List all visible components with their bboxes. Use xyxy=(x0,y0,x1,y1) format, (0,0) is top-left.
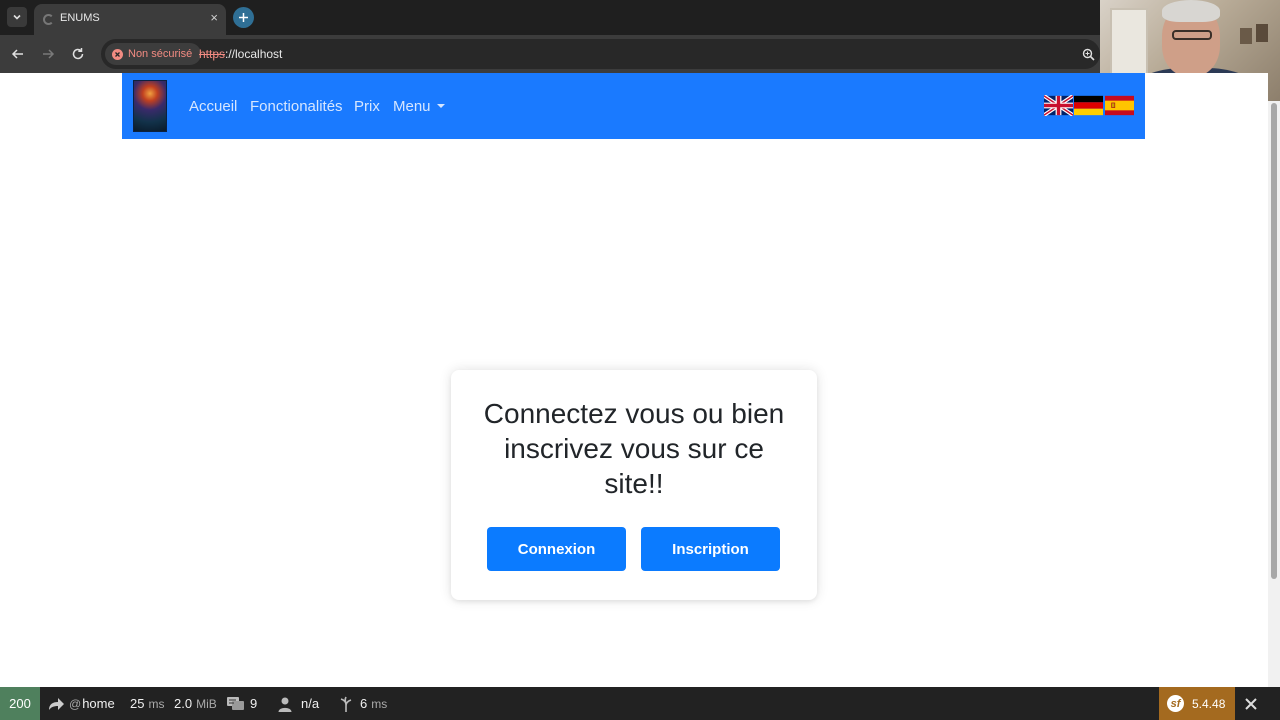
twig-icon xyxy=(340,696,352,712)
redirect-arrow-icon xyxy=(49,697,64,710)
address-bar[interactable]: Non sécurisé https://localhost xyxy=(101,39,1100,69)
time-value: 25 xyxy=(130,696,145,711)
reload-icon xyxy=(72,48,84,60)
time-unit: ms xyxy=(148,696,165,711)
twig-panel[interactable]: 6 ms xyxy=(338,687,387,720)
browser-toolbar: Non sécurisé https://localhost xyxy=(0,35,1100,73)
symfony-logo-icon: sf xyxy=(1167,695,1184,712)
webcam-person-glasses xyxy=(1172,30,1212,40)
url-scheme: https xyxy=(199,47,226,61)
tab-search-button[interactable] xyxy=(7,7,27,27)
memory-panel[interactable]: 2.0 MiB xyxy=(174,687,217,720)
forward-button[interactable] xyxy=(38,44,58,64)
arrow-left-icon xyxy=(11,49,23,59)
toolbar-close-button[interactable] xyxy=(1241,694,1261,714)
nav-link-fonctionalites[interactable]: Fonctionalités xyxy=(250,98,343,115)
browser-tab[interactable]: ENUMS × xyxy=(34,4,226,35)
caret-down-icon xyxy=(436,104,445,108)
uk-flag-icon[interactable] xyxy=(1044,95,1073,116)
route-name: home xyxy=(82,696,115,711)
logs-count: 9 xyxy=(250,696,258,711)
user-icon xyxy=(278,697,292,712)
route-panel[interactable]: @ home xyxy=(47,687,115,720)
register-button[interactable]: Inscription xyxy=(641,527,780,571)
browser-tab-strip: ENUMS × xyxy=(0,0,1280,35)
login-button[interactable]: Connexion xyxy=(487,527,626,571)
nav-link-accueil[interactable]: Accueil xyxy=(189,98,237,115)
site-logo[interactable] xyxy=(133,80,167,132)
plus-icon xyxy=(239,13,248,22)
loading-icon xyxy=(43,14,54,25)
germany-flag-icon[interactable] xyxy=(1074,95,1103,116)
logs-panel[interactable]: 9 xyxy=(226,687,257,720)
status-code-badge[interactable]: 200 xyxy=(0,687,40,720)
user-value: n/a xyxy=(301,696,320,711)
webcam-background-frame xyxy=(1256,24,1268,42)
arrow-right-icon xyxy=(43,49,55,59)
nav-menu-label: Menu xyxy=(393,98,431,115)
webcam-person-hair xyxy=(1162,0,1220,22)
webcam-background-window xyxy=(1110,8,1148,78)
security-panel[interactable]: n/a xyxy=(277,687,319,720)
url-text[interactable]: https://localhost xyxy=(199,47,282,61)
back-button[interactable] xyxy=(8,44,28,64)
zoom-icon[interactable] xyxy=(1082,48,1095,61)
webcam-background-frame xyxy=(1240,28,1252,44)
symfony-version-panel[interactable]: sf 5.4.48 xyxy=(1159,687,1235,720)
warning-icon xyxy=(112,48,123,60)
auth-card: Connectez vous ou bien inscrivez vous su… xyxy=(451,370,817,600)
nav-link-prix[interactable]: Prix xyxy=(354,98,380,115)
scrollbar-thumb[interactable] xyxy=(1271,103,1277,579)
twig-time-value: 6 xyxy=(360,696,368,711)
url-host: ://localhost xyxy=(225,47,283,61)
tab-close-button[interactable]: × xyxy=(210,10,218,26)
reload-button[interactable] xyxy=(68,44,88,64)
page-content: Accueil Fonctionalités Prix Menu Connect… xyxy=(0,73,1268,687)
auth-card-title: Connectez vous ou bien inscrivez vous su… xyxy=(483,398,785,499)
logs-icon xyxy=(227,696,244,710)
site-navbar: Accueil Fonctionalités Prix Menu xyxy=(122,73,1145,139)
memory-value: 2.0 xyxy=(174,696,193,711)
memory-unit: MiB xyxy=(196,696,217,711)
security-chip[interactable]: Non sécurisé xyxy=(105,43,202,65)
symfony-version: 5.4.48 xyxy=(1192,696,1226,711)
route-prefix: @ xyxy=(69,696,82,711)
chevron-down-icon xyxy=(13,14,21,20)
twig-time-unit: ms xyxy=(371,696,388,711)
nav-menu-dropdown[interactable]: Menu xyxy=(393,98,445,115)
time-panel[interactable]: 25 ms xyxy=(130,687,164,720)
close-icon xyxy=(1245,698,1257,710)
page-scrollbar[interactable] xyxy=(1268,101,1280,687)
tab-title: ENUMS xyxy=(60,12,100,24)
security-label: Non sécurisé xyxy=(128,48,193,60)
new-tab-button[interactable] xyxy=(233,7,254,28)
symfony-debug-toolbar: 200 @ home 25 ms 2.0 MiB 9 n/a 6 ms sf 5.… xyxy=(0,687,1280,720)
spain-flag-icon[interactable] xyxy=(1105,95,1134,116)
